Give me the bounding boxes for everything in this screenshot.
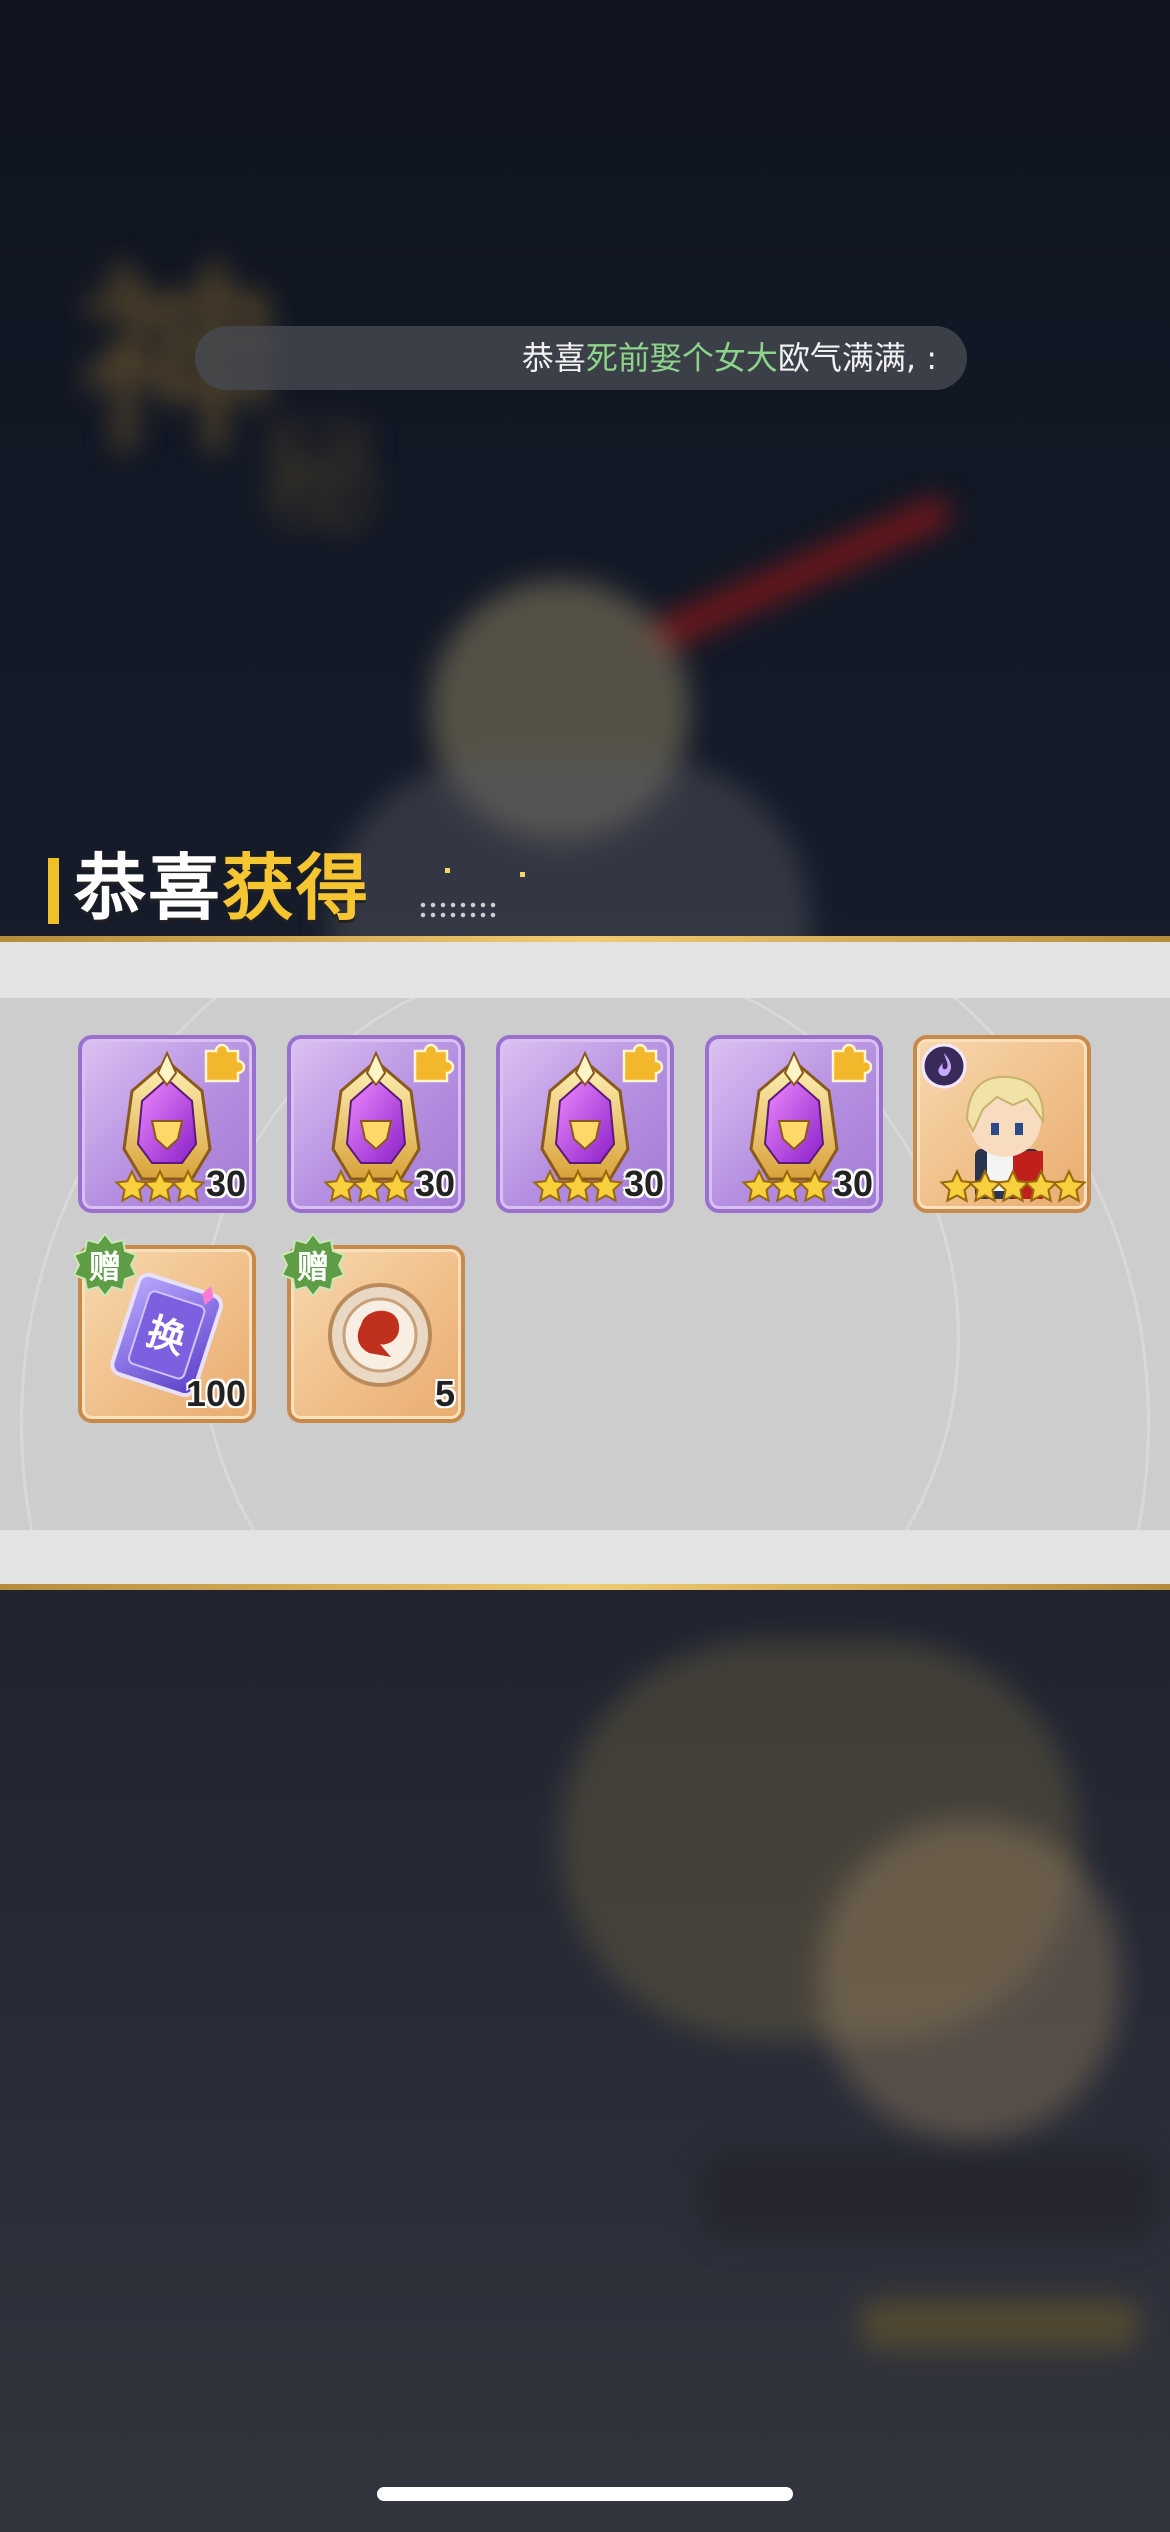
reward-title: 恭喜获得 xyxy=(74,846,370,930)
star-icon xyxy=(379,1169,415,1205)
fragment-icon xyxy=(411,1041,459,1085)
announcement-text: 恭喜死前娶个女大欧气满满, : xyxy=(522,326,937,390)
panel-bottom-border xyxy=(0,1584,1170,1590)
item-count: 30 xyxy=(414,1163,455,1204)
star-icon xyxy=(588,1169,624,1205)
element-badge-icon xyxy=(921,1043,967,1089)
item-count: 30 xyxy=(205,1163,246,1204)
star-icon xyxy=(170,1169,206,1205)
star-rating xyxy=(741,1169,825,1209)
sparkle-decoration xyxy=(520,872,525,877)
reward-item-helmet-1[interactable]: 30 xyxy=(78,1035,256,1213)
fragment-icon xyxy=(829,1041,877,1085)
fragment-icon xyxy=(202,1041,250,1085)
star-rating xyxy=(939,1169,1079,1209)
reward-title-part2: 获得 xyxy=(222,846,371,930)
item-count: 30 xyxy=(832,1163,873,1204)
home-indicator[interactable] xyxy=(377,2487,793,2501)
item-count: 100 xyxy=(185,1373,246,1414)
gift-badge-label: 赠 xyxy=(88,1248,121,1286)
announcement-player-name: 死前娶个女大 xyxy=(585,339,778,377)
star-icon xyxy=(797,1169,833,1205)
reward-title-part1: 恭喜 xyxy=(74,846,223,930)
reward-item-hero[interactable] xyxy=(913,1035,1091,1213)
fragment-icon xyxy=(620,1041,668,1085)
panel-top-band xyxy=(0,942,1170,998)
reward-item-helmet-4[interactable]: 30 xyxy=(705,1035,883,1213)
item-count: 30 xyxy=(623,1163,664,1204)
item-count: 5 xyxy=(434,1373,455,1414)
announcement-suffix: 欧气满满, xyxy=(777,339,927,377)
star-icon xyxy=(1051,1169,1087,1205)
announcement-prefix: 恭喜 xyxy=(521,339,586,377)
star-rating xyxy=(323,1169,407,1209)
gift-badge: 赠 xyxy=(278,1232,348,1302)
gift-badge: 赠 xyxy=(70,1232,140,1302)
star-rating xyxy=(532,1169,616,1209)
star-rating xyxy=(114,1169,198,1209)
title-accent-bar xyxy=(48,858,59,924)
panel-bottom-band xyxy=(0,1530,1170,1584)
reward-item-helmet-2[interactable]: 30 xyxy=(287,1035,465,1213)
announcement-marquee: 恭喜死前娶个女大欧气满满, : xyxy=(195,326,967,390)
reward-item-helmet-3[interactable]: 30 xyxy=(496,1035,674,1213)
gift-badge-label: 赠 xyxy=(296,1248,329,1286)
sparkle-decoration xyxy=(445,868,450,873)
announcement-tail: : xyxy=(926,339,937,377)
title-dots-decoration xyxy=(418,900,498,922)
